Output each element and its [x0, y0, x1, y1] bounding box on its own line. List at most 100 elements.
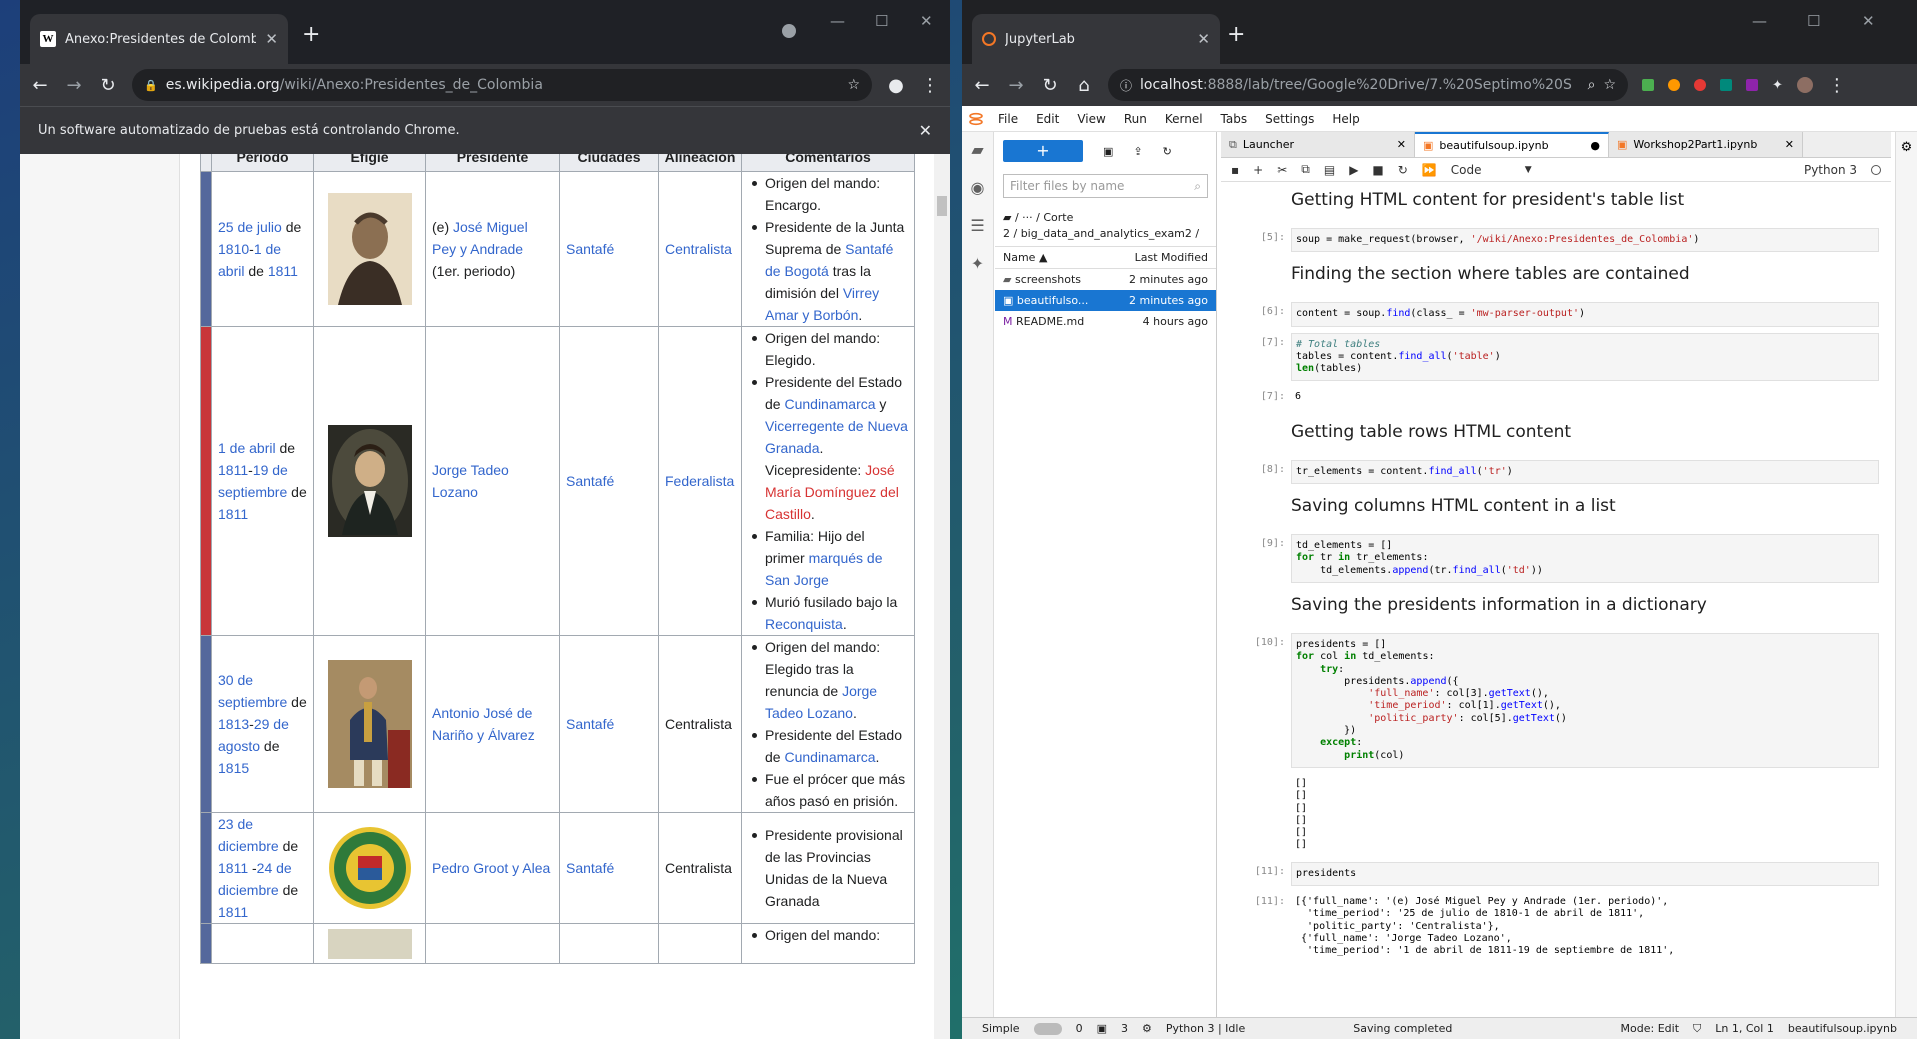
- folder-icon[interactable]: ▰: [962, 140, 993, 170]
- new-launcher-button[interactable]: +: [1003, 140, 1083, 162]
- column-header[interactable]: Periodo: [211, 154, 314, 172]
- minimize-button[interactable]: —: [830, 12, 845, 30]
- file-list-item[interactable]: ▣ beautifulso... 2 minutes ago: [995, 290, 1216, 311]
- portrait-image[interactable]: [320, 928, 419, 959]
- new-tab-button[interactable]: +: [1227, 22, 1245, 47]
- extension-icon[interactable]: [1668, 79, 1680, 91]
- bookmark-star-icon[interactable]: ☆: [847, 77, 860, 93]
- file-list-item[interactable]: M README.md 4 hours ago: [995, 311, 1216, 332]
- menu-kebab-icon[interactable]: ⋮: [1827, 75, 1847, 96]
- wiki-link[interactable]: Antonio José de Nariño y Álvarez: [432, 705, 535, 743]
- code-cell[interactable]: [9]: td_elements = [] for tr in tr_elemen…: [1261, 534, 1879, 583]
- menu-view[interactable]: View: [1077, 112, 1105, 126]
- extension-icon[interactable]: [1720, 79, 1732, 91]
- cursor-position[interactable]: Ln 1, Col 1: [1715, 1022, 1774, 1035]
- reload-icon[interactable]: ↻: [98, 75, 118, 96]
- code-editor[interactable]: tr_elements = content.find_all('tr'): [1291, 459, 1879, 485]
- minimize-button[interactable]: —: [1752, 12, 1767, 30]
- code-editor[interactable]: content = soup.find(class_ = 'mw-parser-…: [1291, 302, 1879, 327]
- wiki-link[interactable]: Pedro Groot y Alea: [432, 860, 550, 876]
- account-avatar[interactable]: [1796, 77, 1813, 93]
- maximize-button[interactable]: ☐: [1807, 12, 1820, 30]
- menu-tabs[interactable]: Tabs: [1221, 112, 1248, 126]
- filter-files-input[interactable]: Filter files by name ⌕: [1003, 174, 1208, 198]
- code-cell[interactable]: [8]: tr_elements = content.find_all('tr'): [1261, 459, 1879, 485]
- wiki-link[interactable]: 1811: [218, 506, 248, 522]
- markdown-heading[interactable]: Saving columns HTML content in a list: [1221, 490, 1891, 528]
- wiki-link[interactable]: Centralista: [665, 241, 732, 257]
- menu-run[interactable]: Run: [1124, 112, 1147, 126]
- kernels-count[interactable]: 3: [1121, 1022, 1128, 1035]
- column-header[interactable]: Ciudades: [559, 154, 659, 172]
- restart-run-all-icon[interactable]: ⏩: [1422, 163, 1437, 177]
- close-window-button[interactable]: ✕: [1862, 12, 1875, 30]
- new-folder-icon[interactable]: ▣: [1103, 145, 1113, 158]
- column-header[interactable]: Alineación: [658, 154, 742, 172]
- add-cell-icon[interactable]: +: [1253, 163, 1263, 177]
- wiki-link[interactable]: 30 de septiembre: [218, 672, 287, 710]
- back-arrow-icon[interactable]: ←: [972, 75, 992, 96]
- bookmark-star-icon[interactable]: ☆: [1603, 77, 1616, 93]
- wiki-link[interactable]: Santafé: [566, 241, 614, 257]
- menu-kebab-icon[interactable]: ⋮: [920, 75, 940, 96]
- wiki-link[interactable]: Cundinamarca: [784, 396, 875, 412]
- close-info-bar-icon[interactable]: ✕: [919, 121, 932, 140]
- cut-icon[interactable]: ✂: [1277, 163, 1287, 177]
- menu-help[interactable]: Help: [1332, 112, 1359, 126]
- portrait-image[interactable]: [320, 826, 419, 910]
- file-breadcrumb[interactable]: ▰ / ··· / Corte 2 / big_data_and_analyti…: [995, 202, 1216, 242]
- wiki-link[interactable]: 1811: [218, 904, 248, 920]
- refresh-icon[interactable]: ↻: [1163, 145, 1172, 158]
- wiki-link[interactable]: 1813: [218, 716, 249, 732]
- code-cell[interactable]: [6]: content = soup.find(class_ = 'mw-par…: [1261, 302, 1879, 327]
- wiki-link[interactable]: Jorge Tadeo Lozano: [432, 462, 509, 500]
- kernel-name[interactable]: Python 3: [1804, 163, 1857, 177]
- page-scrollbar[interactable]: [934, 154, 950, 1039]
- zoom-search-icon[interactable]: ⌕: [1588, 77, 1596, 93]
- wiki-link[interactable]: Santafé: [566, 860, 614, 876]
- menu-settings[interactable]: Settings: [1265, 112, 1314, 126]
- wiki-link[interactable]: 1815: [218, 760, 249, 776]
- browser-tab-jupyter[interactable]: JupyterLab ✕: [972, 14, 1220, 64]
- url-field[interactable]: 🔒 es.wikipedia.org/wiki/Anexo:Presidente…: [132, 69, 872, 101]
- notebook-tab[interactable]: ▣ beautifulsoup.ipynb ●: [1415, 132, 1609, 157]
- column-header[interactable]: Efigie: [313, 154, 426, 172]
- wiki-link[interactable]: Santafé: [566, 473, 614, 489]
- upload-icon[interactable]: ⇪: [1133, 145, 1142, 158]
- menu-edit[interactable]: Edit: [1036, 112, 1059, 126]
- simple-mode-toggle[interactable]: [1033, 1022, 1062, 1035]
- close-tab-icon[interactable]: ✕: [1397, 138, 1406, 151]
- wiki-link[interactable]: 1810: [218, 241, 249, 257]
- url-field[interactable]: ⓘ localhost:8888/lab/tree/Google%20Drive…: [1108, 69, 1628, 101]
- run-icon[interactable]: ▶: [1349, 163, 1358, 177]
- chevron-down-icon[interactable]: ▼: [1525, 165, 1532, 175]
- running-icon[interactable]: ◉: [962, 178, 993, 208]
- notebook-tab[interactable]: ▣ Workshop2Part1.ipynb ✕: [1609, 132, 1803, 157]
- markdown-heading[interactable]: Saving the presidents information in a d…: [1221, 589, 1891, 627]
- back-arrow-icon[interactable]: ←: [30, 75, 50, 96]
- markdown-heading[interactable]: Finding the section where tables are con…: [1221, 258, 1891, 296]
- wiki-link[interactable]: Federalista: [665, 473, 734, 489]
- terminals-count[interactable]: 0: [1076, 1022, 1083, 1035]
- code-editor[interactable]: presidents = [] for col in td_elements: …: [1291, 632, 1879, 768]
- extension-icon[interactable]: [1694, 79, 1706, 91]
- code-editor[interactable]: presidents: [1291, 861, 1879, 887]
- copy-icon[interactable]: ⧉: [1301, 162, 1310, 177]
- close-tab-icon[interactable]: ✕: [1785, 138, 1794, 151]
- wiki-link[interactable]: 1811: [268, 263, 298, 279]
- extension-icon[interactable]: [1746, 79, 1758, 91]
- wiki-link[interactable]: 23 de diciembre: [218, 816, 279, 854]
- home-icon[interactable]: ⌂: [1074, 75, 1094, 96]
- unsaved-dot-icon[interactable]: ●: [1590, 139, 1600, 152]
- forward-arrow-icon[interactable]: →: [1006, 75, 1026, 96]
- close-window-button[interactable]: ✕: [920, 12, 933, 30]
- forward-arrow-icon[interactable]: →: [64, 75, 84, 96]
- menu-kernel[interactable]: Kernel: [1165, 112, 1203, 126]
- close-tab-icon[interactable]: ✕: [1197, 30, 1210, 48]
- profile-indicator-icon[interactable]: [782, 24, 796, 38]
- modified-column-header[interactable]: Last Modified: [1135, 251, 1208, 264]
- name-column-header[interactable]: Name: [1003, 251, 1035, 264]
- paste-icon[interactable]: ▤: [1324, 163, 1335, 177]
- reload-icon[interactable]: ↻: [1040, 75, 1060, 96]
- wiki-link[interactable]: Cundinamarca: [784, 749, 875, 765]
